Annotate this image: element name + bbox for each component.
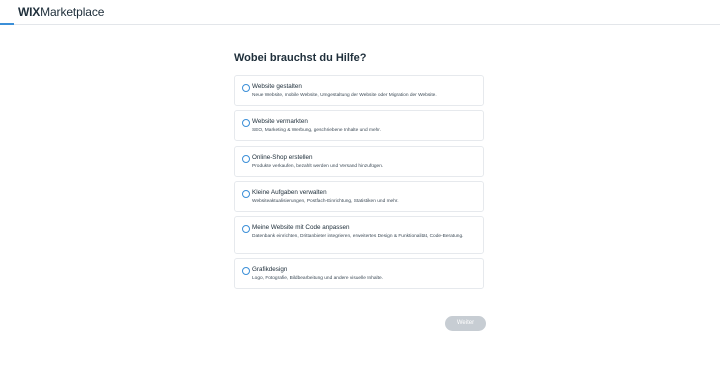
option-title: Meine Website mit Code anpassen xyxy=(252,224,350,231)
wix-marketplace-logo[interactable]: WIXMarketplace xyxy=(18,5,104,19)
option-description: Websiteaktualisierungen, Postfach-Einric… xyxy=(252,199,399,204)
option-grafikdesign[interactable]: Grafikdesign Logo, Fotografie, Bildbearb… xyxy=(234,258,484,289)
top-bar: WIXMarketplace xyxy=(0,0,720,25)
page-title: Wobei brauchst du Hilfe? xyxy=(234,52,367,64)
option-description: Logo, Fotografie, Bildbearbeitung und an… xyxy=(252,276,383,281)
option-website-vermarkten[interactable]: Website vermarkten SEO, Marketing & Werb… xyxy=(234,110,484,141)
option-description: Neue Website, mobile Website, Umgestaltu… xyxy=(252,93,437,98)
option-online-shop-erstellen[interactable]: Online-Shop erstellen Produkte verkaufen… xyxy=(234,146,484,177)
option-description: Produkte verkaufen, bezahlt werden und V… xyxy=(252,164,384,169)
radio-circle-icon[interactable] xyxy=(242,190,250,198)
option-title: Grafikdesign xyxy=(252,266,288,273)
option-title: Kleine Aufgaben verwalten xyxy=(252,189,327,196)
option-description: Datenbank einrichten, Drittanbieter inte… xyxy=(252,234,464,239)
option-title: Online-Shop erstellen xyxy=(252,154,313,161)
option-title: Website gestalten xyxy=(252,83,302,90)
progress-bar xyxy=(0,23,14,25)
option-website-gestalten[interactable]: Website gestalten Neue Website, mobile W… xyxy=(234,75,484,106)
radio-circle-icon[interactable] xyxy=(242,267,250,275)
radio-circle-icon[interactable] xyxy=(242,119,250,127)
option-description: SEO, Marketing & Werbung, geschriebene I… xyxy=(252,128,381,133)
logo-product: Marketplace xyxy=(40,5,105,19)
option-website-mit-code-anpassen[interactable]: Meine Website mit Code anpassen Datenban… xyxy=(234,216,484,254)
radio-circle-icon[interactable] xyxy=(242,84,250,92)
option-title: Website vermarkten xyxy=(252,118,308,125)
logo-brand: WIX xyxy=(18,5,41,19)
option-kleine-aufgaben-verwalten[interactable]: Kleine Aufgaben verwalten Websiteaktuali… xyxy=(234,181,484,212)
radio-circle-icon[interactable] xyxy=(242,225,250,233)
radio-circle-icon[interactable] xyxy=(242,155,250,163)
next-button[interactable]: Weiter xyxy=(445,316,486,331)
